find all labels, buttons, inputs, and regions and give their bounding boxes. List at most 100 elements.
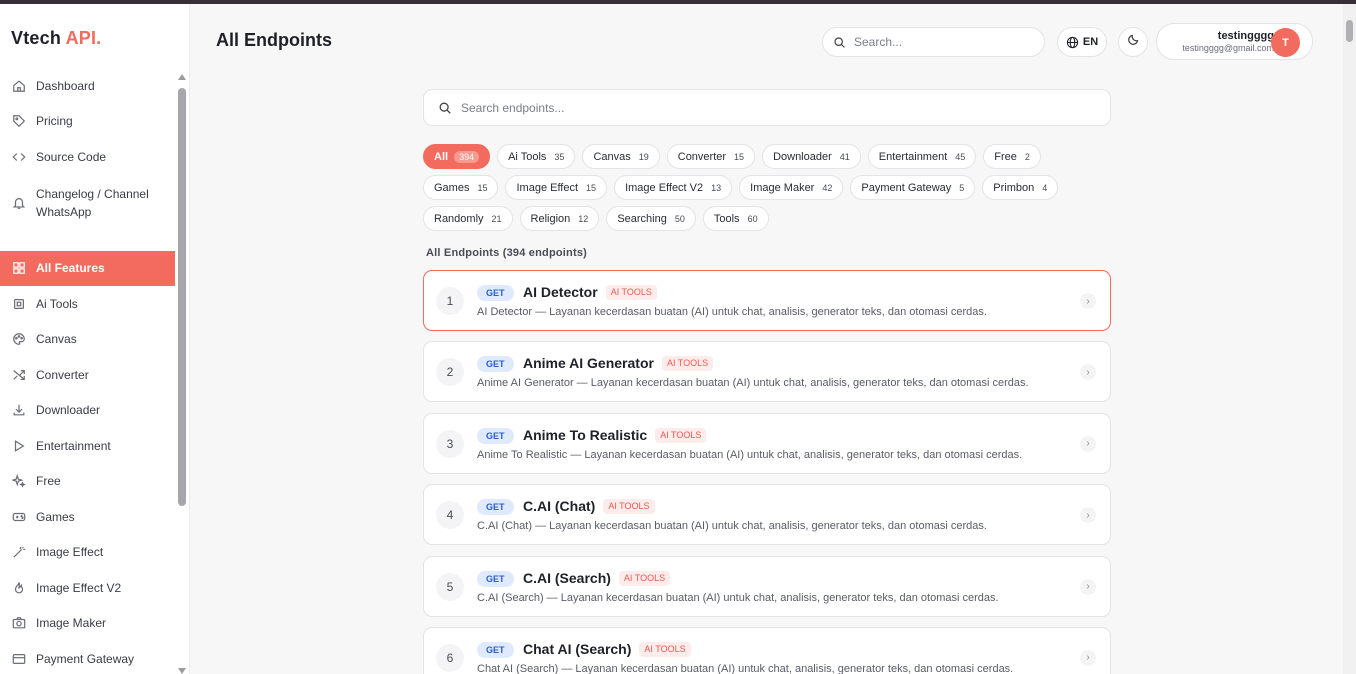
language-label: EN — [1082, 36, 1099, 48]
chevron-right-icon[interactable]: › — [1080, 435, 1096, 452]
shuffle-icon — [12, 368, 26, 382]
chip-count: 45 — [955, 151, 966, 162]
scroll-down-arrow-icon[interactable] — [178, 668, 186, 674]
endpoint-search-placeholder: Search endpoints... — [461, 100, 565, 115]
sidebar-item-converter[interactable]: Converter — [0, 357, 175, 393]
sparkle-icon — [12, 474, 26, 489]
chip-row: All 394 Ai Tools 35 Canvas 19 Converter 15 D… — [423, 144, 1113, 175]
chip-searching[interactable]: Searching 50 — [606, 206, 696, 231]
endpoint-name-row: Anime To Realistic AI TOOLS — [523, 426, 707, 443]
chip-downloader[interactable]: Downloader 41 — [762, 144, 861, 169]
sidebar-item-all-features[interactable]: All Features — [0, 250, 175, 286]
gamepad-icon — [12, 510, 26, 524]
sidebar-item-entertainment[interactable]: Entertainment — [0, 428, 175, 464]
sidebar-item-games[interactable]: Games — [0, 499, 175, 535]
category-tag: AI TOOLS — [655, 427, 707, 443]
chevron-right-icon[interactable]: › — [1080, 293, 1096, 309]
chip-count: 41 — [839, 151, 850, 162]
sidebar-item-downloader[interactable]: Downloader — [0, 393, 175, 429]
page-scrollbar[interactable] — [1343, 4, 1356, 674]
scroll-up-arrow-icon[interactable] — [178, 74, 186, 80]
sidebar-item-label: Canvas — [36, 332, 77, 347]
endpoint-card[interactable]: 4 GET C.AI (Chat) AI TOOLS C.AI (Chat) — … — [423, 484, 1111, 546]
theme-toggle-button[interactable] — [1118, 27, 1148, 57]
chevron-right-icon[interactable]: › — [1080, 507, 1096, 524]
method-badge: GET — [477, 499, 514, 516]
chip-all[interactable]: All 394 — [423, 144, 491, 169]
sidebar-item-free[interactable]: Free — [0, 464, 175, 500]
sidebar-item-dashboard[interactable]: Dashboard — [0, 68, 175, 104]
sidebar-item-changelog[interactable]: Changelog / Channel WhatsApp — [0, 175, 175, 231]
sidebar-item-label: Downloader — [36, 403, 101, 418]
chip-count: 394 — [454, 150, 480, 163]
page-title: All Endpoints — [216, 30, 332, 50]
chip-payment-gateway[interactable]: Payment Gateway 5 — [850, 175, 976, 200]
page-scroll-thumb[interactable] — [1346, 20, 1353, 42]
chip-primbon[interactable]: Primbon 4 — [982, 175, 1059, 200]
chip-image-effect[interactable]: Image Effect 15 — [505, 175, 608, 200]
chip-count: 15 — [477, 182, 488, 193]
sidebar-item-payment-gateway[interactable]: Payment Gateway — [0, 641, 175, 674]
endpoint-card[interactable]: 6 GET Chat AI (Search) AI TOOLS Chat AI (… — [423, 626, 1111, 674]
sidebar-item-label: Source Code — [36, 149, 107, 164]
method-badge: GET — [477, 285, 514, 301]
endpoint-card[interactable]: 1 GET AI Detector AI TOOLS AI Detector — … — [423, 270, 1111, 331]
global-search-input[interactable]: Search... — [822, 27, 1045, 57]
avatar[interactable]: T — [1271, 28, 1300, 57]
sidebar-item-ai-tools[interactable]: Ai Tools — [0, 286, 175, 322]
endpoint-card[interactable]: 5 GET C.AI (Search) AI TOOLS C.AI (Search… — [423, 555, 1111, 617]
chip-canvas[interactable]: Canvas 19 — [582, 144, 660, 169]
endpoint-list-title: All Endpoints (394 endpoints) — [426, 247, 588, 259]
chip-converter[interactable]: Converter 15 — [666, 144, 756, 169]
chip-label: Converter — [677, 150, 727, 163]
chip-image-maker[interactable]: Image Maker 42 — [739, 175, 844, 200]
user-email: testingggg@gmail.com — [1182, 43, 1274, 53]
chip-label: Tools — [713, 212, 740, 225]
endpoint-description: Chat AI (Search) — Layanan kecerdasan bu… — [477, 662, 1014, 674]
chip-row: Randomly 21 Religion 12 Searching 50 Tools 6… — [423, 206, 1113, 237]
grid-icon — [12, 261, 26, 275]
category-filter-chips: All 394 Ai Tools 35 Canvas 19 Converter 15 D… — [423, 144, 1113, 237]
sidebar-item-label: Dashboard — [36, 78, 95, 93]
endpoint-name: Anime To Realistic — [523, 426, 648, 443]
language-button[interactable]: EN — [1057, 27, 1107, 57]
chip-row: Games 15 Image Effect 15 Image Effect V2 13… — [423, 175, 1113, 206]
chip-games[interactable]: Games 15 — [423, 175, 499, 200]
chip-image-effect-v2[interactable]: Image Effect V2 13 — [614, 175, 733, 200]
category-tag: AI TOOLS — [605, 285, 657, 300]
chip-label: Payment Gateway — [861, 181, 952, 194]
sidebar-item-pricing[interactable]: Pricing — [0, 104, 175, 140]
chip-randomly[interactable]: Randomly 21 — [423, 206, 513, 231]
sidebar-item-label: Pricing — [36, 114, 73, 129]
sidebar-scrollbar[interactable] — [177, 74, 187, 674]
chip-label: Canvas — [593, 150, 631, 163]
sidebar-item-image-maker[interactable]: Image Maker — [0, 606, 175, 642]
chip-entertainment[interactable]: Entertainment 45 — [867, 144, 977, 169]
sidebar-item-canvas[interactable]: Canvas — [0, 322, 175, 358]
chip-label: Primbon — [993, 181, 1035, 194]
endpoint-name-row: C.AI (Chat) AI TOOLS — [523, 498, 655, 515]
sidebar-item-image-effect[interactable]: Image Effect — [0, 535, 175, 571]
chevron-right-icon[interactable]: › — [1080, 364, 1096, 381]
chip-label: Religion — [530, 212, 571, 225]
endpoint-search-input[interactable]: Search endpoints... — [423, 89, 1111, 126]
user-name: testingggg — [1217, 30, 1274, 42]
chip-count: 4 — [1042, 182, 1048, 193]
endpoint-card[interactable]: 2 GET Anime AI Generator AI TOOLS Anime A… — [423, 341, 1111, 403]
sidebar-item-source-code[interactable]: Source Code — [0, 139, 175, 175]
chip-tools[interactable]: Tools 60 — [702, 206, 769, 231]
endpoint-number: 3 — [436, 429, 464, 458]
camera-icon — [12, 616, 26, 630]
sidebar-item-image-effect-v2[interactable]: Image Effect V2 — [0, 570, 175, 606]
chip-ai-tools[interactable]: Ai Tools 35 — [497, 144, 576, 169]
brand-name: Vtech — [11, 28, 62, 48]
user-menu[interactable]: testingggg testingggg@gmail.com T — [1156, 23, 1313, 60]
brand-logo[interactable]: Vtech API. — [11, 28, 101, 49]
chevron-right-icon[interactable]: › — [1080, 649, 1096, 666]
chip-count: 60 — [747, 213, 758, 224]
endpoint-card[interactable]: 3 GET Anime To Realistic AI TOOLS Anime T… — [423, 412, 1111, 474]
sidebar-scroll-thumb[interactable] — [178, 88, 186, 506]
chevron-right-icon[interactable]: › — [1080, 578, 1096, 595]
chip-free[interactable]: Free 2 — [983, 144, 1041, 169]
chip-religion[interactable]: Religion 12 — [519, 206, 600, 231]
